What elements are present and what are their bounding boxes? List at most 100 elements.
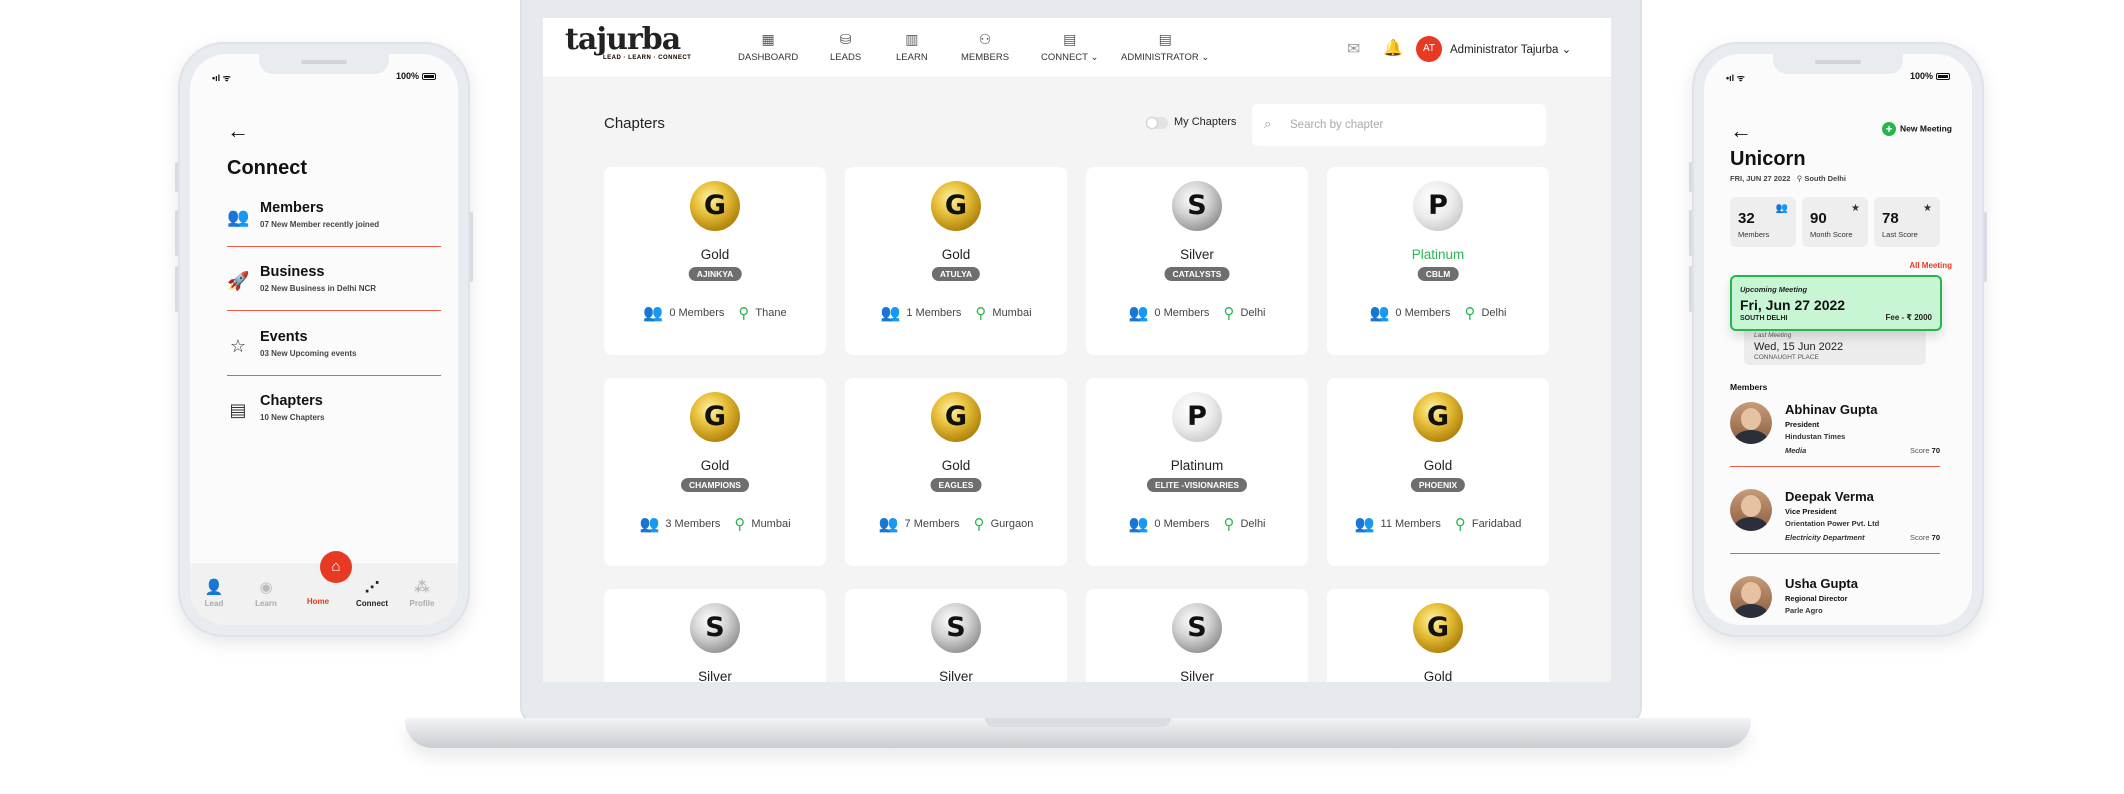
- divider: [1730, 466, 1940, 467]
- divider: [1730, 553, 1940, 554]
- stat-members: 👥 32 Members: [1730, 197, 1796, 247]
- member-row[interactable]: Abhinav Gupta President Hindustan Times Med…: [1730, 400, 1940, 480]
- back-arrow-icon[interactable]: ←: [1730, 120, 1752, 142]
- nav-administrator[interactable]: ▤ ADMINISTRATOR ⌄: [1121, 32, 1209, 63]
- chapter-card[interactable]: G Gold AJINKYA 👥 0 Members ⚲ Thane: [604, 167, 826, 355]
- chapter-city: Mumbai: [992, 306, 1032, 319]
- menu-item-members[interactable]: 👥 Members 07 New Member recently joined: [227, 200, 441, 260]
- member-count: 7 Members: [904, 517, 960, 530]
- members-heading: Members: [1730, 382, 1768, 392]
- tier-label: Platinum: [1170, 458, 1224, 473]
- home-icon[interactable]: ⌂: [320, 551, 352, 583]
- last-meeting-card[interactable]: Last Meeting Wed, 15 Jun 2022 CONNAUGHT …: [1744, 325, 1926, 365]
- tier-medal-icon: G: [690, 181, 740, 231]
- divider: [227, 310, 441, 311]
- chapter-card[interactable]: P Platinum ELITE -VISIONARIES 👥 0 Members ⚲ De…: [1086, 378, 1308, 566]
- avatar: [1730, 402, 1772, 444]
- chapter-card[interactable]: G Gold CHAMPIONS 👥 3 Members ⚲ Mumbai: [604, 378, 826, 566]
- chevron-down-icon: ⌄: [1201, 52, 1210, 63]
- tab-lead[interactable]: 👤 Lead: [194, 579, 234, 608]
- chapter-card[interactable]: S Silver: [845, 589, 1067, 682]
- menu-item-events[interactable]: ☆ Events 03 New Upcoming events: [227, 329, 441, 389]
- share-icon: ⋰: [364, 579, 380, 596]
- chapter-card[interactable]: P Platinum CBLM 👥 0 Members ⚲ Delhi: [1327, 167, 1549, 355]
- nav-members[interactable]: ⚇ MEMBERS: [961, 32, 1009, 63]
- user-menu[interactable]: Administrator Tajurba ⌄: [1450, 42, 1571, 56]
- tier-medal-icon: P: [1413, 181, 1463, 231]
- chapter-card[interactable]: G Gold: [1327, 589, 1549, 682]
- tier-medal-icon: P: [1172, 392, 1222, 442]
- member-company: Orientation Power Pvt. Ltd: [1785, 519, 1880, 528]
- members-icon: 👥: [1775, 203, 1788, 214]
- nav-dashboard[interactable]: ▦ DASHBOARD: [738, 32, 798, 63]
- avatar[interactable]: AT: [1416, 36, 1442, 62]
- stat-month-score: ★ 90 Month Score: [1802, 197, 1868, 247]
- signal-icon: •ıl ᯤ: [1726, 73, 1745, 83]
- member-role: Vice President: [1785, 507, 1837, 516]
- member-row[interactable]: Usha Gupta Regional Director Parle Agro: [1730, 574, 1940, 625]
- member-name: Usha Gupta: [1785, 576, 1858, 591]
- chapter-name-badge: CBLM: [1417, 267, 1459, 281]
- new-meeting-button[interactable]: + New Meeting: [1882, 122, 1952, 136]
- divider: [227, 375, 441, 376]
- chapter-name-badge: ELITE -VISIONARIES: [1146, 478, 1248, 492]
- tier-label: Silver: [939, 669, 973, 682]
- top-navigation: tajurba LEAD · LEARN · CONNECT ▦ DASHBOAR…: [543, 18, 1611, 78]
- mail-icon[interactable]: ✉: [1347, 39, 1360, 59]
- tab-profile[interactable]: ⁂ Profile: [402, 579, 442, 608]
- profile-icon: ⁂: [414, 579, 430, 596]
- chapter-card[interactable]: G Gold EAGLES 👥 7 Members ⚲ Gurgaon: [845, 378, 1067, 566]
- tier-label: Gold: [700, 458, 730, 473]
- users-icon: ⚇: [978, 31, 992, 47]
- location-pin-icon: ⚲: [738, 305, 750, 322]
- all-meeting-link[interactable]: All Meeting: [1909, 261, 1952, 270]
- stat-last-score: ★ 78 Last Score: [1874, 197, 1940, 247]
- chapter-card[interactable]: S Silver: [1086, 589, 1308, 682]
- member-category: Media: [1785, 446, 1807, 455]
- menu-item-subtitle: 02 New Business in Delhi NCR: [260, 284, 377, 293]
- nav-connect[interactable]: ▤ CONNECT ⌄: [1041, 32, 1098, 63]
- nav-learn[interactable]: ▥ LEARN: [896, 32, 928, 63]
- chapter-meta: 👥 0 Members ⚲ Delhi: [1327, 303, 1549, 323]
- member-role: Regional Director: [1785, 594, 1848, 603]
- bell-icon[interactable]: 🔔: [1383, 38, 1403, 58]
- chapter-name-badge: CATALYSTS: [1164, 267, 1230, 281]
- tier-medal-icon: G: [1413, 603, 1463, 653]
- avatar: [1730, 576, 1772, 618]
- member-count: 1 Members: [906, 306, 962, 319]
- my-chapters-toggle[interactable]: [1146, 117, 1168, 129]
- chapter-name-badge: AJINKYA: [688, 267, 742, 281]
- menu-item-chapters[interactable]: ▤ Chapters 10 New Chapters: [227, 393, 441, 453]
- status-bar: •ıl ᯤ 100%: [1726, 71, 1950, 85]
- chapter-city: Delhi: [1240, 517, 1266, 530]
- nav-leads[interactable]: ⛁ LEADS: [830, 32, 861, 63]
- location-pin-icon: ⚲: [973, 516, 985, 533]
- member-row[interactable]: Deepak Verma Vice President Orientation Po…: [1730, 487, 1940, 567]
- location-pin-icon: ⚲: [1454, 516, 1466, 533]
- tab-learn[interactable]: ◉ Learn: [246, 579, 286, 608]
- chapter-card[interactable]: G Gold ATULYA 👥 1 Members ⚲ Mumbai: [845, 167, 1067, 355]
- tier-label: Silver: [1180, 669, 1214, 682]
- tier-label: Gold: [700, 247, 730, 262]
- tab-connect[interactable]: ⋰ Connect: [352, 579, 392, 608]
- tier-medal-icon: G: [690, 392, 740, 442]
- people-icon: 👥: [639, 516, 660, 533]
- chapter-city: Mumbai: [751, 517, 791, 530]
- chapter-card[interactable]: S Silver: [604, 589, 826, 682]
- chevron-down-icon: ⌄: [1561, 44, 1572, 56]
- chapter-meta: 👥 0 Members ⚲ Delhi: [1086, 514, 1308, 534]
- upcoming-meeting-card[interactable]: Upcoming Meeting Fri, Jun 27 2022 SOUTH …: [1730, 275, 1942, 331]
- back-arrow-icon[interactable]: ←: [227, 120, 249, 142]
- tajurba-logo[interactable]: tajurba LEAD · LEARN · CONNECT: [565, 23, 691, 62]
- status-bar: •ıl ᯤ 100%: [212, 71, 436, 85]
- menu-item-business[interactable]: 🚀 Business 02 New Business in Delhi NCR: [227, 264, 441, 324]
- search-input[interactable]: [1252, 104, 1546, 146]
- chapter-card[interactable]: S Silver CATALYSTS 👥 0 Members ⚲ Delhi: [1086, 167, 1308, 355]
- star-icon: ★: [1851, 203, 1860, 214]
- chapter-card[interactable]: G Gold PHOENIX 👥 11 Members ⚲ Faridabad: [1327, 378, 1549, 566]
- member-score: Score 70: [1909, 533, 1940, 542]
- menu-item-subtitle: 10 New Chapters: [260, 413, 325, 422]
- dashboard-icon: ▦: [761, 31, 775, 47]
- member-count: 0 Members: [669, 306, 725, 319]
- left-phone: •ıl ᯤ 100% ← Connect 👥 Members 07 New Me…: [175, 42, 473, 637]
